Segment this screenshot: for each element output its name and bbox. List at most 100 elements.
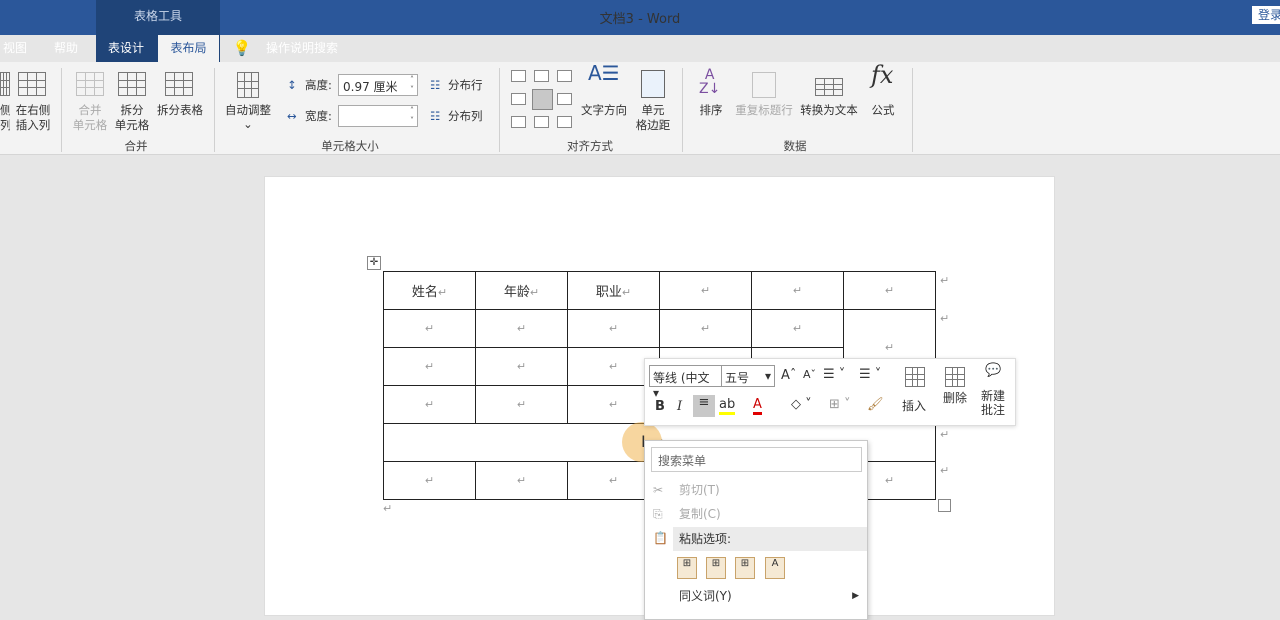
align-top-left[interactable] xyxy=(511,70,526,82)
tab-table-layout[interactable]: 表布局 xyxy=(158,35,219,62)
center-align-icon[interactable]: ≡ xyxy=(693,395,715,417)
table-cell[interactable]: ↵ xyxy=(659,271,752,310)
tab-help[interactable]: 帮助 xyxy=(48,35,84,62)
paste-keep-format-button[interactable]: ⊞ xyxy=(677,557,697,579)
shrink-font-icon[interactable]: Aˇ xyxy=(803,368,816,381)
numbering-icon[interactable]: ☰ ˅ xyxy=(859,367,881,382)
table-cell[interactable]: ↵ xyxy=(751,271,844,310)
text-direction-icon: A☰ xyxy=(588,61,620,85)
submenu-arrow-icon: ▶ xyxy=(852,591,859,601)
merge-cells-icon xyxy=(76,72,104,96)
format-painter-icon[interactable]: 🖌 xyxy=(867,397,884,412)
grow-font-icon[interactable]: Aˆ xyxy=(781,368,796,383)
paragraph-mark: ↵ xyxy=(383,502,393,515)
table-cell[interactable]: 职业↵ xyxy=(567,271,660,310)
row-height-icon: ↕ xyxy=(287,78,297,92)
menu-search-input[interactable]: 搜索菜单 xyxy=(651,447,862,472)
table-cell[interactable]: ↵ xyxy=(659,309,752,348)
convert-to-text-button[interactable]: 转换为文本 xyxy=(798,103,860,118)
tab-view[interactable]: 视图 xyxy=(0,35,30,62)
font-size-select[interactable]: 五号 ▾ xyxy=(721,365,775,387)
tell-me-search[interactable]: 操作说明搜索 xyxy=(262,35,342,62)
table-cell[interactable]: 姓名↵ xyxy=(383,271,476,310)
delete-table-icon xyxy=(945,367,965,387)
table-cell[interactable]: ↵ xyxy=(567,309,660,348)
login-button[interactable]: 登录 xyxy=(1252,6,1280,24)
font-select[interactable]: 等线 (中文 ▾ xyxy=(649,365,722,400)
context-menu: 搜索菜单 ✂ 剪切(T) ⎘ 复制(C) 粘贴选项: 📋 ⊞ ⊞ ⊞ A 同义词(Y… xyxy=(644,440,868,620)
convert-to-text-icon xyxy=(815,78,843,96)
cell-size-group-label: 单元格大小 xyxy=(321,139,379,153)
align-middle-center[interactable] xyxy=(532,89,553,110)
chevron-down-icon: ⌄ xyxy=(243,117,253,131)
menu-item-copy[interactable]: ⎘ 复制(C) xyxy=(645,502,867,526)
table-cell[interactable]: ↵ xyxy=(383,461,476,500)
row-end-mark: ↵ xyxy=(940,274,950,287)
table-cell[interactable]: ↵ xyxy=(383,347,476,386)
split-table-button[interactable]: 拆分表格 xyxy=(154,103,206,118)
insert-table-icon xyxy=(905,367,925,387)
split-cells-icon xyxy=(118,72,146,96)
merge-cells-button[interactable]: 合并 单元格 xyxy=(70,103,110,133)
text-direction-button[interactable]: 文字方向 xyxy=(578,103,630,118)
width-input[interactable]: ˄ ˅ xyxy=(338,105,418,127)
repeat-header-icon xyxy=(752,72,776,98)
table-cell[interactable]: 年龄↵ xyxy=(475,271,568,310)
tab-table-design[interactable]: 表设计 xyxy=(96,35,156,62)
delete-button[interactable]: 删除 xyxy=(943,389,967,406)
align-top-center[interactable] xyxy=(534,70,549,82)
new-comment-button[interactable]: 新建 批注 xyxy=(981,389,1005,417)
distribute-rows-button[interactable]: 分布行 xyxy=(448,78,483,93)
highlight-icon[interactable]: ab xyxy=(719,397,736,415)
align-bottom-left[interactable] xyxy=(511,116,526,128)
split-cells-button[interactable]: 拆分 单元格 xyxy=(112,103,152,133)
table-row: ↵ ↵ ↵ ↵ ↵ ↵ xyxy=(383,309,936,386)
font-color-icon[interactable]: A xyxy=(753,397,762,415)
distribute-rows-icon: ☷ xyxy=(430,78,441,92)
insert-left-icon xyxy=(0,72,10,96)
menu-item-cut[interactable]: ✂ 剪切(T) xyxy=(645,478,867,502)
formula-icon: fx xyxy=(871,61,894,89)
bullets-icon[interactable]: ☰ ˅ xyxy=(823,367,845,382)
distribute-cols-button[interactable]: 分布列 xyxy=(448,109,483,124)
insert-right-button[interactable]: 在右侧 插入列 xyxy=(12,103,54,133)
table-cell[interactable]: ↵ xyxy=(751,309,844,348)
data-group-label: 数据 xyxy=(783,139,807,153)
cell-margins-button[interactable]: 单元 格边距 xyxy=(633,103,673,133)
table-cell[interactable]: ↵ xyxy=(475,309,568,348)
alignment-group-label: 对齐方式 xyxy=(567,139,613,153)
paste-nested-table-button[interactable]: ⊞ xyxy=(706,557,726,579)
align-bottom-center[interactable] xyxy=(534,116,549,128)
table-cell[interactable]: ↵ xyxy=(475,385,568,424)
shading-icon[interactable]: ◇ ˅ xyxy=(791,397,812,412)
align-middle-right[interactable] xyxy=(557,93,572,105)
table-resize-handle[interactable] xyxy=(938,499,951,512)
autofit-button[interactable]: 自动调整 xyxy=(222,103,274,118)
insert-left-button[interactable]: 侧 列 xyxy=(0,103,10,133)
repeat-header-button[interactable]: 重复标题行 xyxy=(733,103,795,118)
menu-item-synonyms[interactable]: 同义词(Y) ▶ xyxy=(645,584,867,608)
table-cell[interactable]: ↵ xyxy=(475,347,568,386)
table-cell[interactable]: ↵ xyxy=(843,271,936,310)
table-cell[interactable]: ↵ xyxy=(383,309,476,348)
distribute-cols-icon: ☷ xyxy=(430,109,441,123)
formula-button[interactable]: 公式 xyxy=(868,103,898,118)
paste-text-only-button[interactable]: A xyxy=(765,557,785,579)
align-middle-left[interactable] xyxy=(511,93,526,105)
italic-button[interactable]: I xyxy=(677,399,682,414)
align-top-right[interactable] xyxy=(557,70,572,82)
mini-toolbar: 等线 (中文 ▾ 五号 ▾ Aˆ Aˇ ☰ ˅ ☰ ˅ B I ≡ ab A ◇… xyxy=(644,358,1016,426)
height-label: 高度: xyxy=(305,78,332,92)
align-bottom-right[interactable] xyxy=(557,116,572,128)
insert-right-icon xyxy=(18,72,46,96)
table-move-handle[interactable]: ✛ xyxy=(367,256,381,270)
cell-margins-icon xyxy=(641,70,665,98)
table-cell[interactable]: ↵ xyxy=(475,461,568,500)
borders-icon[interactable]: ⊞ ˅ xyxy=(829,397,851,412)
bold-button[interactable]: B xyxy=(655,399,665,414)
sort-button[interactable]: 排序 xyxy=(696,103,726,118)
height-input[interactable]: 0.97 厘米 ˄ ˅ xyxy=(338,74,418,96)
insert-button[interactable]: 插入 xyxy=(902,397,926,414)
table-cell[interactable]: ↵ xyxy=(383,385,476,424)
paste-merge-table-button[interactable]: ⊞ xyxy=(735,557,755,579)
